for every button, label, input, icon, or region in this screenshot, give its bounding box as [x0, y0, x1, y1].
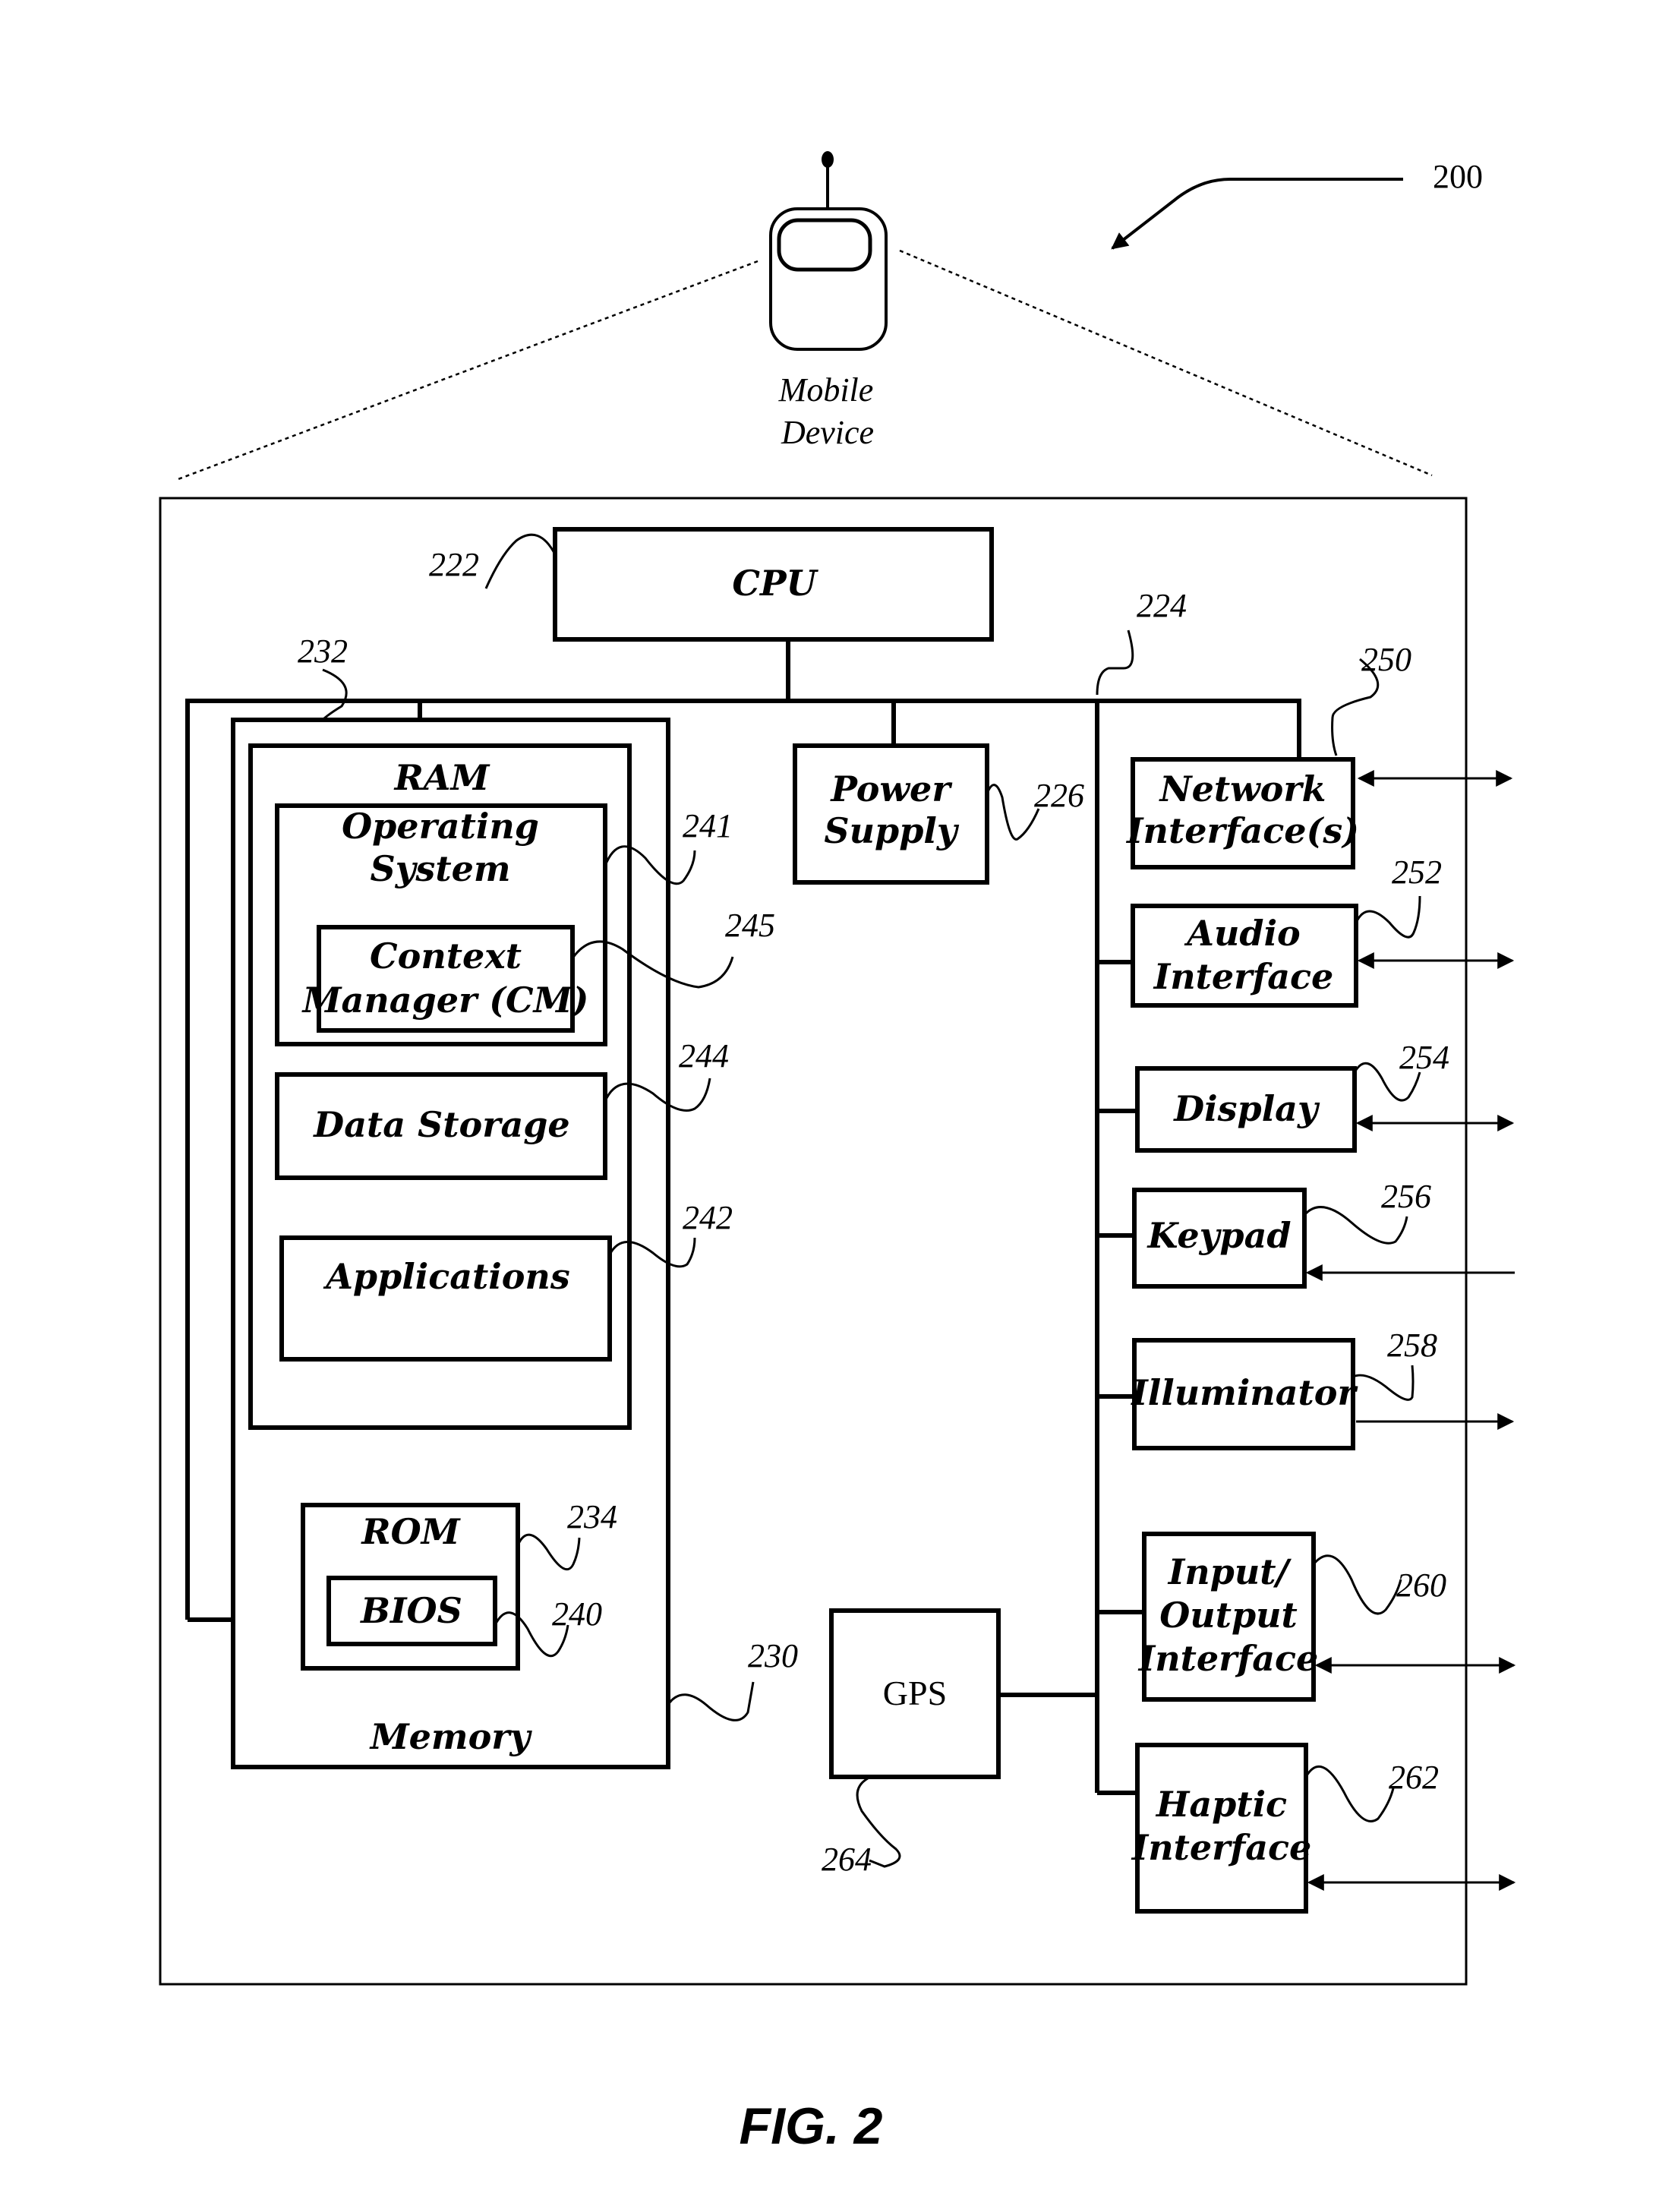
leader-258 [1352, 1365, 1415, 1401]
ram-label: RAM [393, 757, 491, 798]
network-label-line2: Interface(s) [1125, 810, 1359, 851]
haptic-interface-block: Haptic Interface [1131, 1743, 1312, 1914]
bios-label: BIOS [359, 1590, 462, 1631]
ref-260: 260 [1396, 1567, 1446, 1604]
ref-241: 241 [683, 807, 733, 844]
cpu-label: CPU [732, 563, 818, 604]
applications-label: Applications [323, 1256, 570, 1297]
device-label-line2: Device [781, 414, 874, 451]
applications-block: Applications [279, 1235, 612, 1362]
context-manager-block: Context Manager (CM) [301, 925, 589, 1033]
projection-line-left [175, 260, 759, 481]
ref-245: 245 [725, 907, 775, 944]
audio-label-line1: Audio [1184, 913, 1300, 954]
data-storage-block: Data Storage [275, 1072, 607, 1180]
illuminator-block: Illuminator [1130, 1338, 1358, 1450]
io-interface-block: Input/ Output Interface [1137, 1532, 1319, 1702]
projection-line-right [899, 249, 1433, 477]
ref-242: 242 [683, 1199, 733, 1236]
gps-label: GPS [883, 1674, 947, 1712]
haptic-label-line2: Interface [1131, 1827, 1312, 1868]
figure-caption: FIG. 2 [740, 2097, 883, 2155]
ref-254: 254 [1399, 1039, 1449, 1076]
audio-label-line2: Interface [1153, 956, 1334, 997]
ref-224: 224 [1137, 587, 1187, 624]
memory-label: Memory [369, 1716, 533, 1757]
ref-232: 232 [298, 633, 348, 670]
rom-label: ROM [360, 1511, 461, 1552]
illuminator-label: Illuminator [1130, 1372, 1358, 1413]
leader-224 [1096, 630, 1134, 696]
ref-230: 230 [748, 1637, 798, 1674]
ref-258: 258 [1387, 1327, 1437, 1364]
ref-264: 264 [822, 1841, 872, 1878]
leader-260 [1312, 1554, 1402, 1615]
audio-interface-block: Audio Interface [1131, 904, 1358, 1008]
io-label-line3: Interface [1137, 1638, 1319, 1679]
reference-arrow-200 [1111, 178, 1403, 250]
cm-label-line2: Manager (CM) [301, 980, 589, 1021]
ref-226: 226 [1034, 777, 1084, 814]
power-supply-label-line1: Power [829, 768, 953, 809]
gps-block: GPS [829, 1608, 1001, 1779]
haptic-label-line1: Haptic [1155, 1784, 1287, 1825]
keypad-label: Keypad [1146, 1215, 1291, 1256]
data-storage-label: Data Storage [312, 1104, 569, 1145]
cm-label-line1: Context [370, 936, 522, 977]
figure-reference-number: 200 [1433, 158, 1483, 195]
leader-226 [986, 784, 1040, 841]
display-block: Display [1135, 1066, 1357, 1153]
leader-262 [1304, 1765, 1395, 1822]
leader-230 [668, 1681, 755, 1721]
ref-256: 256 [1381, 1178, 1431, 1215]
block-diagram: Mobile Device 200 CPU 222 224 232 Memory… [159, 151, 1516, 2155]
ref-234: 234 [567, 1498, 617, 1535]
network-label-line1: Network [1159, 768, 1326, 809]
io-label-line2: Output [1159, 1595, 1298, 1636]
network-interface-block: Network Interface(s) [1125, 757, 1359, 869]
bios-block: BIOS [326, 1576, 497, 1646]
ref-250: 250 [1361, 641, 1411, 678]
power-supply-label-line2: Supply [824, 810, 959, 851]
leader-252 [1355, 895, 1421, 939]
io-label-line1: Input/ [1167, 1551, 1292, 1592]
mobile-phone-icon [769, 151, 888, 351]
os-label-line1: Operating [342, 806, 539, 847]
ref-244: 244 [679, 1037, 729, 1074]
device-label-line1: Mobile [778, 371, 874, 409]
ref-252: 252 [1392, 854, 1442, 891]
cpu-block: CPU [553, 527, 994, 642]
leader-222 [484, 533, 557, 589]
ref-240: 240 [552, 1595, 602, 1633]
ref-262: 262 [1389, 1759, 1439, 1796]
display-label: Display [1172, 1088, 1320, 1129]
ref-222: 222 [429, 546, 479, 583]
keypad-block: Keypad [1132, 1188, 1307, 1289]
power-supply-block: Power Supply [793, 743, 989, 885]
os-label-line2: System [370, 848, 510, 889]
